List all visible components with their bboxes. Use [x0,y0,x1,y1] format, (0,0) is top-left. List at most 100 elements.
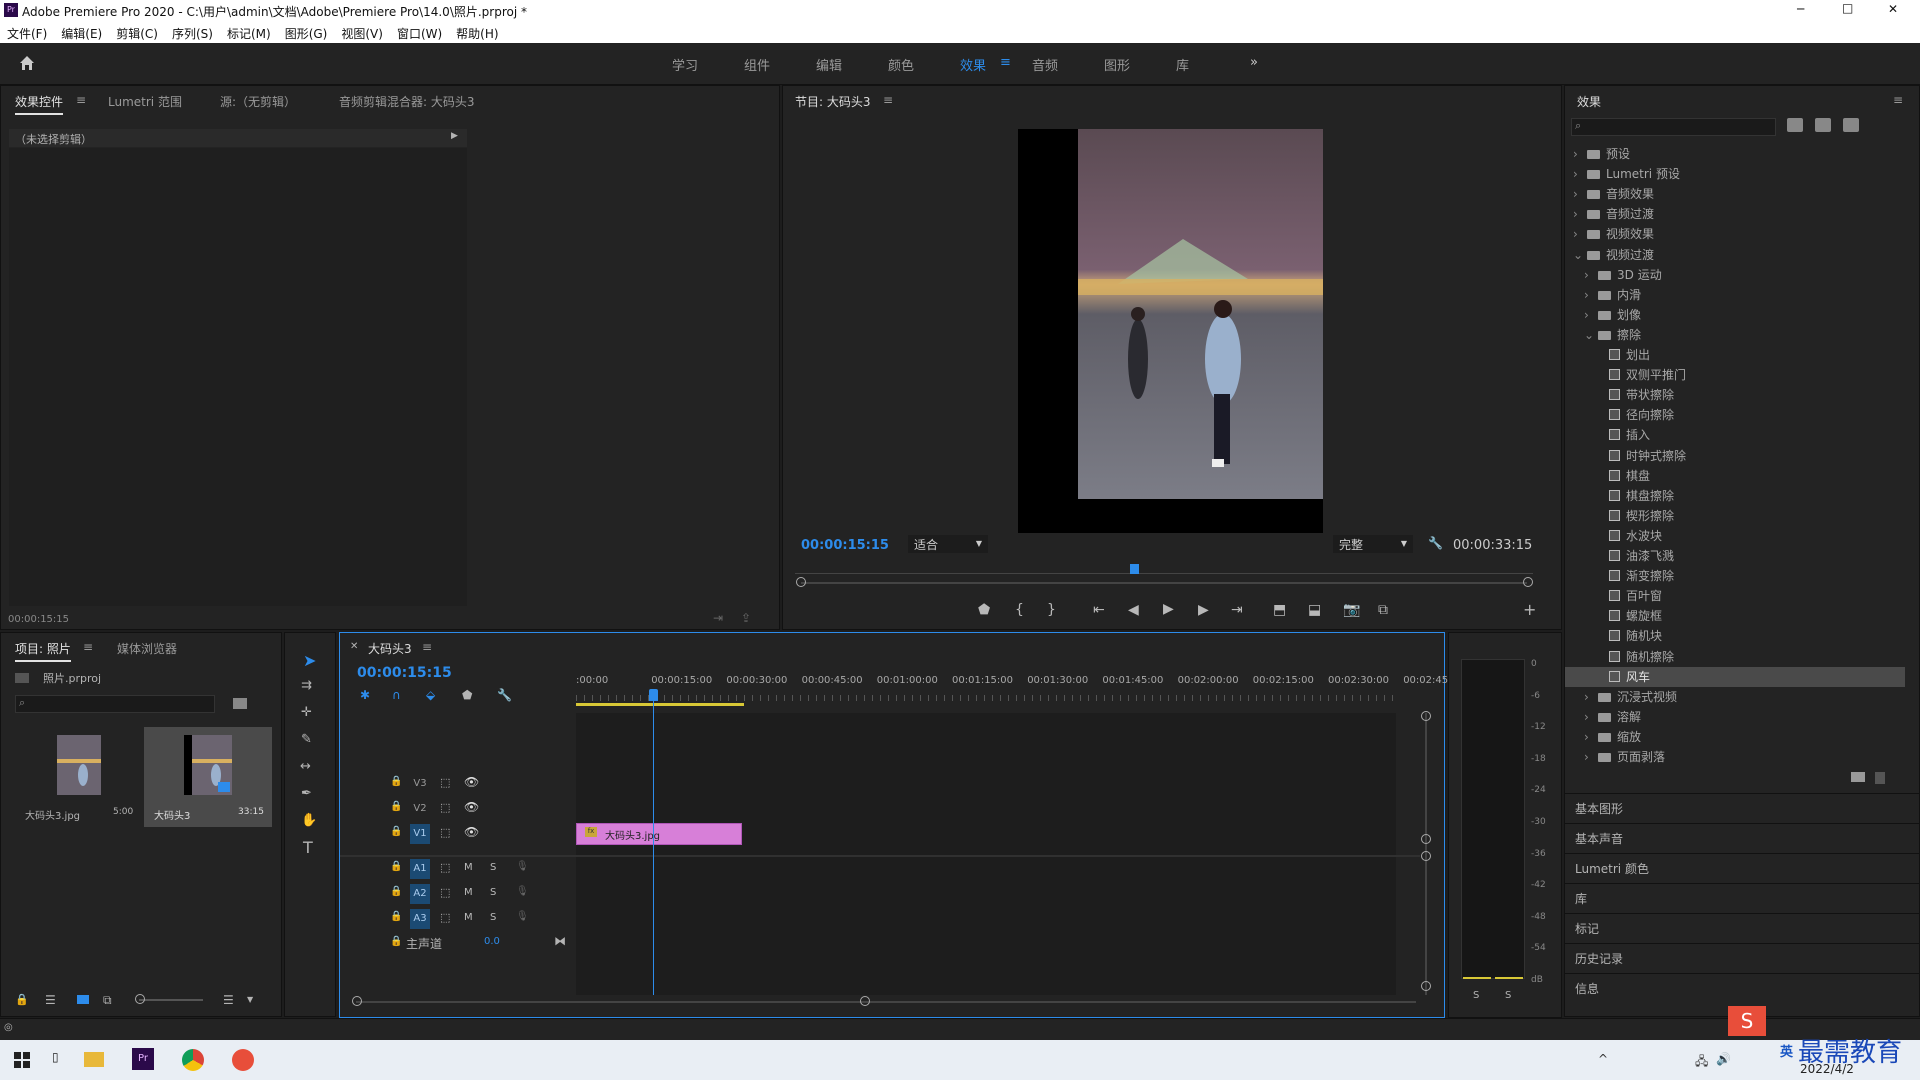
menu-help[interactable]: 帮助(H) [449,22,505,42]
microphone-icon[interactable]: 🎙 [516,886,529,897]
zoom-slider-handle[interactable] [135,994,145,1004]
effect-folder[interactable]: › 音频过渡 [1565,204,1905,224]
chevron-right-icon[interactable]: › [1584,265,1594,285]
fit-dropdown[interactable]: 适合 ▼ [908,535,988,553]
panel-section-header[interactable]: 信息 [1565,973,1920,1002]
scroll-handle[interactable] [1421,834,1431,844]
chevron-right-icon[interactable]: › [1584,687,1594,707]
windows-start-icon[interactable] [14,1052,30,1068]
chevron-right-icon[interactable]: › [1573,164,1583,184]
master-value[interactable]: 0.0 [484,936,500,947]
effect-item[interactable]: 棋盘 [1565,466,1905,486]
effect-folder[interactable]: › 溶解 [1565,707,1905,727]
chevron-down-icon[interactable]: ⌄ [1584,325,1594,345]
add-button-icon[interactable]: + [1523,600,1536,619]
lock-icon[interactable]: 🔒 [390,936,402,947]
effect-folder[interactable]: › Lumetri 预设 [1565,164,1905,184]
sogou-icon[interactable]: S [1728,1006,1766,1036]
chevron-right-icon[interactable]: › [1584,285,1594,305]
program-timecode[interactable]: 00:00:15:15 [801,538,889,553]
eye-icon[interactable]: 👁 [464,825,479,839]
video-clip[interactable]: fx 大码头3.jpg [576,823,742,845]
quality-dropdown[interactable]: 完整 ▼ [1333,535,1413,553]
effect-folder[interactable]: ⌄ 视频过渡 [1565,245,1905,265]
program-playhead[interactable] [1130,564,1140,574]
solo-right-button[interactable]: S [1505,990,1511,1001]
nest-icon[interactable]: ✱ [360,688,370,702]
zoom-handle-left[interactable] [796,577,806,587]
ripple-edit-tool-icon[interactable]: ✛ [301,705,312,720]
export-icon[interactable]: ⇥ [713,611,723,625]
menu-graphics[interactable]: 图形(G) [278,22,335,42]
lock-icon[interactable]: 🔒 [15,993,29,1006]
camera-icon[interactable]: 📷 [1343,602,1360,618]
track-target-button[interactable]: V3 [410,774,430,794]
volume-icon[interactable]: 🔊 [1716,1052,1731,1066]
workspace-tab-effects[interactable]: 效果 [960,55,986,74]
effect-folder[interactable]: › 缩放 [1565,727,1905,747]
32bit-effects-icon[interactable] [1815,118,1831,132]
microphone-icon[interactable]: 🎙 [516,861,529,872]
effect-item[interactable]: 百叶窗 [1565,586,1905,606]
mark-out-icon[interactable]: } [1047,602,1056,618]
go-to-in-icon[interactable]: ⇤ [1093,602,1105,618]
mute-button[interactable]: M [464,887,473,898]
step-forward-icon[interactable]: ▶ [1198,602,1209,618]
effect-item[interactable]: 风车 [1565,666,1905,687]
chevron-right-icon[interactable]: › [1584,747,1594,767]
track-target-button[interactable]: A1 [410,859,430,879]
program-zoom-bar[interactable] [801,582,1527,584]
wrench-icon[interactable]: 🔧 [1428,536,1443,550]
lock-icon[interactable]: 🔒 [390,886,402,897]
sync-lock-icon[interactable]: ⬚ [440,801,450,814]
file-explorer-icon[interactable] [84,1052,104,1067]
effect-item[interactable]: 水波块 [1565,526,1905,546]
razor-tool-icon[interactable]: ✎ [301,732,312,747]
effect-folder[interactable]: › 预设 [1565,144,1905,164]
program-menu-icon[interactable]: ≡ [883,93,893,107]
sort-icon[interactable]: ☰ [223,993,234,1007]
tab-menu-icon[interactable]: ≡ [76,93,86,107]
eye-icon[interactable]: 👁 [464,800,479,814]
effect-folder[interactable]: › 划像 [1565,305,1905,325]
playhead-handle[interactable] [649,689,658,701]
project-search-input[interactable]: ⌕ [15,695,215,713]
effect-folder[interactable]: › 沉浸式视频 [1565,687,1905,707]
effect-folder[interactable]: › 音频效果 [1565,184,1905,204]
go-to-out-icon[interactable]: ⧓ [554,934,566,948]
menu-file[interactable]: 文件(F) [0,22,54,42]
scroll-handle[interactable] [1421,711,1431,721]
zoom-slider[interactable] [139,999,203,1001]
track-select-tool-icon[interactable]: ⇉ [301,678,312,693]
premiere-icon[interactable]: Pr [132,1048,154,1070]
play-icon[interactable]: ▶ [1163,601,1174,617]
workspace-tab-learn[interactable]: 学习 [672,55,698,74]
effect-folder[interactable]: ⌄ 擦除 [1565,325,1905,345]
menu-clip[interactable]: 剪辑(C) [109,22,165,42]
zoom-handle-right[interactable] [1523,577,1533,587]
tab-audio-clip-mixer[interactable]: 音频剪辑混合器: 大码头3 [339,93,475,110]
sync-lock-icon[interactable]: ⬚ [440,861,450,874]
scroll-handle[interactable] [1421,981,1431,991]
compare-icon[interactable]: ⧉ [1378,602,1388,618]
effect-folder[interactable]: › 页面剥落 [1565,747,1905,767]
icon-view-icon[interactable] [77,995,89,1004]
task-view-icon[interactable]: ▯ [52,1050,59,1064]
linked-selection-icon[interactable]: ⬙ [426,688,435,702]
solo-button[interactable]: S [490,862,496,873]
effects-menu-icon[interactable]: ≡ [1893,93,1903,107]
panel-section-header[interactable]: 历史记录 [1565,943,1920,972]
close-button[interactable]: ✕ [1888,2,1898,16]
project-item[interactable]: 大码头3.jpg 5:00 [15,727,143,827]
track-target-button[interactable]: V2 [410,799,430,819]
workspace-more-button[interactable]: » [1250,55,1258,70]
chevron-right-icon[interactable]: › [1584,305,1594,325]
chevron-right-icon[interactable]: › [1573,224,1583,244]
hscroll-handle-left[interactable] [352,996,362,1006]
workspace-tab-audio[interactable]: 音频 [1032,55,1058,74]
maximize-button[interactable]: □ [1842,1,1853,15]
effect-item[interactable]: 双侧平推门 [1565,365,1905,385]
home-icon[interactable] [18,54,36,72]
lift-icon[interactable]: ⬒ [1273,602,1286,618]
effect-item[interactable]: 棋盘擦除 [1565,486,1905,506]
